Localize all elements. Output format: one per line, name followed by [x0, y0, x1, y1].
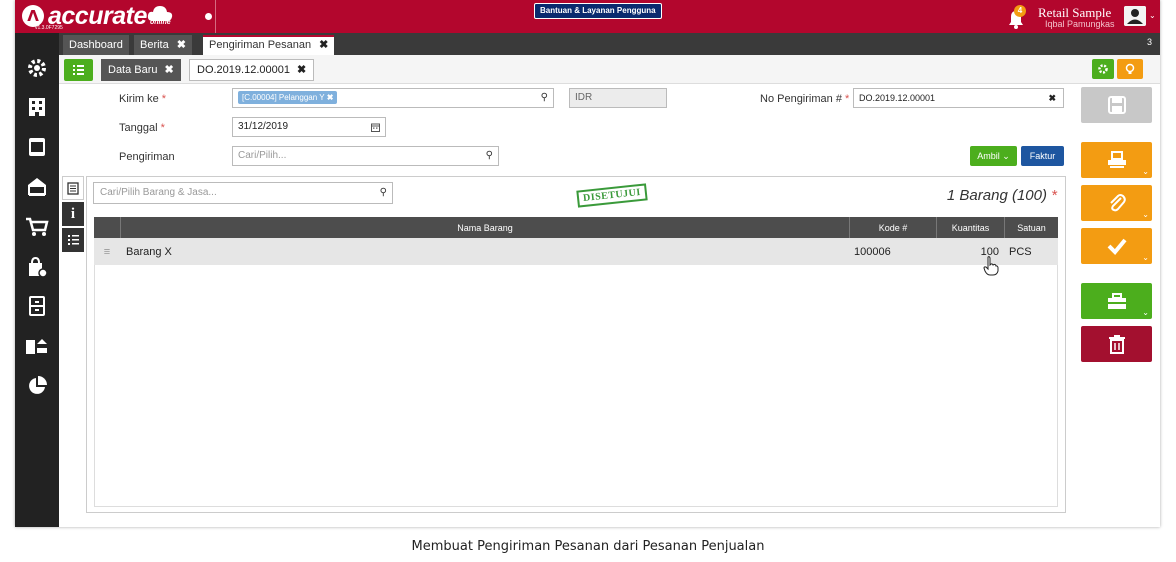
sub-tab-bar: Data Baru ✖ DO.2019.12.00001 ✖ — [59, 55, 1160, 84]
print-button[interactable]: ⌄ — [1081, 142, 1152, 178]
floppy-disk-icon — [1107, 96, 1126, 114]
row-handle-header — [94, 217, 120, 238]
tab-label: Dashboard — [69, 39, 123, 51]
table-row[interactable]: ≡ Barang X 100006 100 PCS — [94, 238, 1058, 276]
logo-online: online — [150, 19, 171, 26]
close-icon[interactable]: ✖ — [177, 39, 186, 51]
status-dot-icon — [205, 13, 212, 20]
subtab-data-baru[interactable]: Data Baru ✖ — [101, 59, 181, 81]
close-icon[interactable]: ✖ — [319, 39, 328, 51]
pengiriman-label: Pengiriman — [119, 151, 175, 163]
cell-kode[interactable]: 100006 — [854, 238, 934, 265]
clear-icon[interactable]: ✖ — [1048, 89, 1056, 107]
subtab-label: Data Baru — [108, 64, 158, 76]
faktur-button[interactable]: Faktur — [1021, 146, 1064, 166]
tanggal-label: Tanggal * — [119, 122, 165, 134]
help-button[interactable]: Bantuan & Layanan Pengguna — [534, 3, 662, 19]
tab-label: Pengiriman Pesanan — [209, 39, 312, 51]
tab-label: Berita — [140, 39, 169, 51]
figure-caption: Membuat Pengiriman Pesanan dari Pesanan … — [411, 539, 765, 554]
customer-chip[interactable]: [C.00004] Pelanggan Y ✖ — [238, 91, 338, 104]
tools-button[interactable]: ⌄ — [1081, 283, 1152, 319]
chevron-down-icon[interactable]: ⌄ — [1149, 11, 1156, 20]
search-icon[interactable]: ⚲ — [380, 183, 387, 203]
item-search-input[interactable]: Cari/Pilih Barang & Jasa... ⚲ — [93, 182, 393, 204]
tab-bar: Dashboard Berita ✖ Pengiriman Pesanan ✖ 3 — [59, 33, 1160, 55]
info-icon: i — [70, 205, 76, 222]
detail-items-tab[interactable] — [62, 176, 84, 200]
app-window: Λ accurate online v1.3.0F7295 Bantuan & … — [15, 0, 1160, 527]
approve-button[interactable]: ⌄ — [1081, 228, 1152, 264]
building-icon[interactable] — [24, 94, 50, 120]
column-header-nama-barang[interactable]: Nama Barang — [120, 217, 849, 238]
assets-icon[interactable] — [24, 333, 50, 359]
attachment-button[interactable]: ⌄ — [1081, 185, 1152, 221]
settings-gear-icon[interactable] — [24, 55, 50, 81]
item-count-label: 1 Barang (100) * — [946, 187, 1057, 204]
notification-badge: 4 — [1014, 5, 1026, 17]
item-table-header: Nama Barang Kode # Kuantitas Satuan — [94, 217, 1058, 238]
status-stamp: DISETUJUI — [576, 183, 648, 208]
tab-dashboard[interactable]: Dashboard — [63, 35, 129, 55]
tanggal-field[interactable]: 31/12/2019 — [232, 117, 386, 137]
kirim-ke-label: Kirim ke * — [119, 93, 167, 105]
drag-handle-icon[interactable]: ≡ — [94, 238, 120, 265]
paperclip-icon — [1109, 194, 1126, 212]
gear-icon — [1098, 64, 1108, 74]
divider — [215, 0, 216, 33]
tab-count[interactable]: 3 — [1147, 37, 1152, 47]
app-version: v1.3.0F7295 — [35, 25, 63, 31]
search-icon[interactable]: ⚲ — [541, 89, 548, 107]
checkmark-icon — [1107, 238, 1127, 255]
toolbox-icon — [1107, 293, 1126, 309]
settings-button[interactable] — [1092, 59, 1114, 79]
no-pengiriman-label: No Pengiriman # * — [760, 93, 850, 105]
pie-chart-icon[interactable] — [24, 373, 50, 399]
cabinet-icon[interactable] — [24, 293, 50, 319]
subtab-current-document[interactable]: DO.2019.12.00001 ✖ — [189, 59, 315, 81]
column-header-kode[interactable]: Kode # — [849, 217, 936, 238]
cell-satuan[interactable]: PCS — [1009, 238, 1057, 265]
detail-list-tab[interactable] — [62, 228, 84, 252]
lightbulb-icon — [1125, 63, 1135, 74]
kirim-ke-field[interactable]: [C.00004] Pelanggan Y ✖ ⚲ — [232, 88, 554, 108]
calendar-icon[interactable] — [371, 123, 380, 132]
close-icon[interactable]: ✖ — [165, 64, 174, 76]
column-header-satuan[interactable]: Satuan — [1004, 217, 1058, 238]
printer-icon — [1107, 151, 1126, 168]
save-button[interactable] — [1081, 87, 1152, 123]
document-list-icon — [67, 181, 79, 195]
cart-icon[interactable] — [24, 214, 50, 240]
delete-button[interactable] — [1081, 326, 1152, 362]
detail-info-tab[interactable]: i — [62, 202, 84, 226]
user-avatar-icon[interactable] — [1124, 6, 1146, 26]
bank-icon[interactable] — [24, 174, 50, 200]
no-pengiriman-field[interactable]: DO.2019.12.00001 ✖ — [853, 88, 1064, 108]
sidebar — [15, 33, 59, 527]
trash-icon — [1108, 335, 1125, 354]
subtab-label: DO.2019.12.00001 — [197, 64, 290, 76]
tips-button[interactable] — [1117, 59, 1143, 79]
cell-nama-barang[interactable]: Barang X — [126, 238, 846, 265]
ledger-icon[interactable] — [24, 134, 50, 160]
list-icon — [73, 65, 84, 75]
pengiriman-field[interactable]: Cari/Pilih... ⚲ — [232, 146, 499, 166]
currency-field: IDR — [569, 88, 667, 108]
user-subtitle: Iqbal Pamungkas — [1045, 19, 1115, 29]
top-bar: Λ accurate online v1.3.0F7295 Bantuan & … — [15, 0, 1160, 33]
checklist-icon — [67, 235, 79, 245]
search-icon[interactable]: ⚲ — [486, 147, 493, 165]
tab-pengiriman-pesanan[interactable]: Pengiriman Pesanan ✖ — [203, 35, 335, 55]
column-header-kuantitas[interactable]: Kuantitas — [936, 217, 1004, 238]
detail-side-tabs: i — [62, 176, 84, 254]
table-body-empty — [94, 265, 1058, 507]
list-view-button[interactable] — [64, 59, 93, 81]
ambil-button[interactable]: Ambil ⌄ — [970, 146, 1017, 166]
tab-berita[interactable]: Berita ✖ — [134, 35, 192, 55]
close-icon[interactable]: ✖ — [297, 64, 306, 76]
detail-panel: Cari/Pilih Barang & Jasa... ⚲ DISETUJUI … — [86, 176, 1066, 513]
logo-mark: Λ — [22, 5, 44, 27]
shopping-bag-icon[interactable] — [24, 254, 50, 280]
